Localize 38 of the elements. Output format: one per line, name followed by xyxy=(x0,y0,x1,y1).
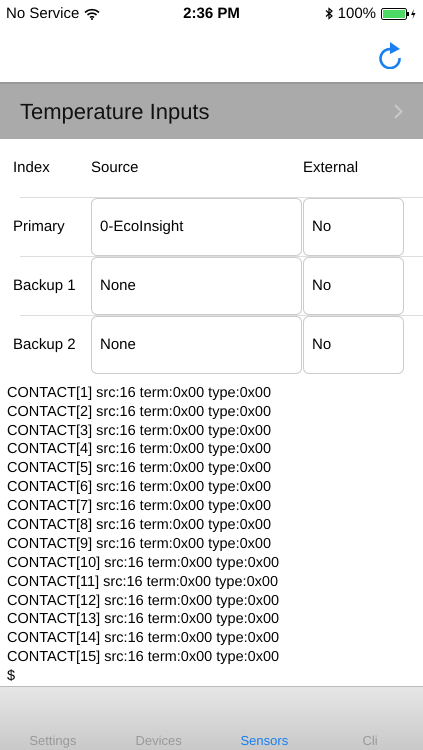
console-line: CONTACT[2] src:16 term:0x00 type:0x00 xyxy=(7,402,272,422)
row-label: Backup 2 xyxy=(13,335,77,356)
console-line: CONTACT[8] src:16 term:0x00 type:0x00 xyxy=(7,516,272,535)
row-label: Backup 1 xyxy=(13,276,77,296)
console-line: CONTACT[7] src:16 term:0x00 type:0x00 xyxy=(7,497,272,516)
console-line: CONTACT[5] src:16 term:0x00 type:0x00 xyxy=(7,459,272,478)
refresh-icon[interactable] xyxy=(377,40,403,69)
battery-percent: 100% xyxy=(338,5,376,22)
console-line: CONTACT[9] src:16 term:0x00 type:0x00 xyxy=(7,534,272,554)
console-line: CONTACT[1] src:16 term:0x00 type:0x00 xyxy=(7,384,272,403)
console-line: CONTACT[3] src:16 term:0x00 type:0x00 xyxy=(7,422,272,440)
external-field[interactable]: No xyxy=(303,256,404,315)
row-label: Primary xyxy=(13,217,66,238)
console-line: CONTACT[11] src:16 term:0x00 type:0x00 xyxy=(7,572,280,592)
source-field[interactable]: None xyxy=(91,316,302,374)
source-field[interactable]: None xyxy=(91,256,302,315)
console-line: CONTACT[6] src:16 term:0x00 type:0x00 xyxy=(7,478,272,498)
console-line: CONTACT[13] src:16 term:0x00 type:0x00 xyxy=(7,610,280,630)
console-line: $ xyxy=(7,667,16,686)
carrier: No Service xyxy=(6,5,80,22)
battery-icon xyxy=(381,8,418,20)
console-line: CONTACT[15] src:16 term:0x00 type:0x00 xyxy=(7,648,280,668)
console-line: CONTACT[4] src:16 term:0x00 type:0x00 xyxy=(7,440,272,460)
wifi-icon xyxy=(84,8,100,20)
column-header: External xyxy=(303,159,358,176)
external-field[interactable]: No xyxy=(303,198,404,256)
source-field[interactable]: 0-EcoInsight xyxy=(91,198,302,256)
console-line: CONTACT[10] src:16 term:0x00 type:0x00 xyxy=(7,554,280,573)
column-header: Source xyxy=(91,159,140,176)
chevron-icon xyxy=(394,104,403,120)
column-header: Index xyxy=(13,159,51,176)
console-line: CONTACT[12] src:16 term:0x00 type:0x00 xyxy=(7,592,280,610)
bluetooth-icon xyxy=(324,7,333,20)
clock: 2:36 PM xyxy=(183,5,240,22)
section-title: Temperature Inputs xyxy=(20,98,210,125)
external-field[interactable]: No xyxy=(303,316,404,374)
console-line: CONTACT[14] src:16 term:0x00 type:0x00 xyxy=(7,629,280,648)
section-header[interactable]: Temperature Inputs xyxy=(0,82,423,139)
